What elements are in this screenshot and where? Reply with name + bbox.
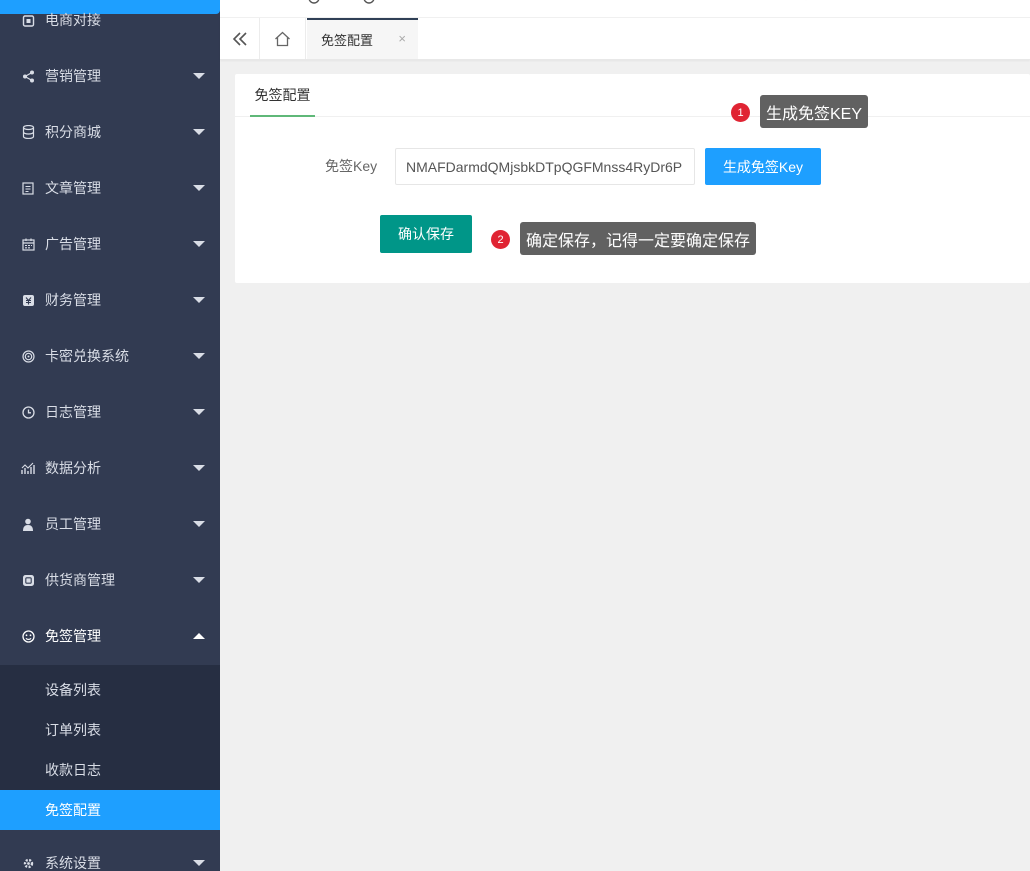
globe-icon[interactable] xyxy=(363,0,375,10)
card-tab-header: 免签配置 xyxy=(235,74,1030,117)
clock-icon xyxy=(21,405,35,419)
finance-icon xyxy=(21,293,35,307)
sidebar-item-logs[interactable]: 日志管理 xyxy=(0,384,220,440)
caret-down-icon xyxy=(193,185,205,191)
article-icon xyxy=(21,181,35,195)
card-tab-free-sign-config[interactable]: 免签配置 xyxy=(250,74,315,117)
tabs-scroll-left-button[interactable] xyxy=(220,18,260,59)
save-button[interactable]: 确认保存 xyxy=(380,215,472,253)
refresh-icon[interactable] xyxy=(308,0,320,10)
caret-up-icon xyxy=(193,633,205,639)
sidebar-item-label: 电商对接 xyxy=(45,12,101,28)
sidebar-item-articles[interactable]: 文章管理 xyxy=(0,160,220,216)
caret-down-icon xyxy=(193,73,205,79)
sidebar-item-points-mall[interactable]: 积分商城 xyxy=(0,104,220,160)
sidebar-subitem-device-list[interactable]: 设备列表 xyxy=(0,670,220,710)
sidebar-subitem-order-list[interactable]: 订单列表 xyxy=(0,710,220,750)
sidebar-item-label: 财务管理 xyxy=(45,292,101,308)
fingerprint-icon xyxy=(21,349,35,363)
user-icon xyxy=(21,517,35,531)
sidebar-item-label: 积分商城 xyxy=(45,124,101,140)
caret-down-icon xyxy=(193,860,205,866)
key-input[interactable] xyxy=(395,148,695,185)
share-icon xyxy=(21,69,35,83)
caret-down-icon xyxy=(193,297,205,303)
sidebar-item-analytics[interactable]: 数据分析 xyxy=(0,440,220,496)
annotation-tooltip-2: 确定保存，记得一定要确定保存 xyxy=(520,222,757,255)
store-icon xyxy=(21,13,35,27)
supplier-icon xyxy=(21,573,35,587)
sidebar-item-label: 员工管理 xyxy=(45,516,101,532)
face-icon xyxy=(21,629,35,643)
tab-label: 免签配置 xyxy=(321,33,374,48)
sidebar-item-suppliers[interactable]: 供货商管理 xyxy=(0,552,220,608)
sidebar-subitem-payment-log[interactable]: 收款日志 xyxy=(0,750,220,790)
sidebar-item-card-redeem[interactable]: 卡密兑换系统 xyxy=(0,328,220,384)
caret-down-icon xyxy=(193,465,205,471)
double-chevron-left-icon xyxy=(232,31,247,46)
database-icon xyxy=(21,125,35,139)
caret-down-icon xyxy=(193,129,205,135)
annotation-badge-2: 2 xyxy=(491,230,510,249)
sidebar-item-label: 营销管理 xyxy=(45,68,101,84)
pin-icon[interactable] xyxy=(800,0,812,10)
caret-down-icon xyxy=(193,353,205,359)
sidebar-item-ads[interactable]: 广告管理 xyxy=(0,216,220,272)
caret-down-icon xyxy=(193,409,205,415)
home-icon xyxy=(275,31,290,46)
generate-key-button[interactable]: 生成免签Key xyxy=(705,148,821,185)
chart-icon xyxy=(21,461,35,475)
tab-free-sign-config[interactable]: 免签配置 × xyxy=(307,18,418,59)
annotation-tooltip-1: 生成免签KEY xyxy=(760,95,869,128)
sidebar-item-staff[interactable]: 员工管理 xyxy=(0,496,220,552)
tab-home[interactable] xyxy=(260,18,306,59)
sidebar-item-label: 系统设置 xyxy=(45,855,101,871)
sidebar: 电商对接 营销管理 积分商城 文章管理 广告管理 财务管理 卡密兑换系统 日志管… xyxy=(0,0,220,871)
sidebar-item-finance[interactable]: 财务管理 xyxy=(0,272,220,328)
caret-down-icon xyxy=(193,521,205,527)
annotation-badge-1: 1 xyxy=(731,103,750,122)
sidebar-item-label: 免签管理 xyxy=(45,628,101,644)
sidebar-subitem-free-sign-config[interactable]: 免签配置 xyxy=(0,790,220,830)
sidebar-item-label: 文章管理 xyxy=(45,180,101,196)
close-icon[interactable]: × xyxy=(398,31,406,46)
page-tabs-bar: 免签配置 × xyxy=(220,18,1030,60)
sidebar-item-label: 日志管理 xyxy=(45,404,101,420)
sidebar-item-settings[interactable]: 系统设置 xyxy=(0,835,220,871)
sidebar-item-marketing[interactable]: 营销管理 xyxy=(0,48,220,104)
sidebar-item-label: 数据分析 xyxy=(45,460,101,476)
calendar-icon xyxy=(21,237,35,251)
free-sign-submenu: 设备列表 订单列表 收款日志 免签配置 xyxy=(0,665,220,830)
caret-down-icon xyxy=(193,577,205,583)
top-header xyxy=(220,0,1030,18)
gear-icon xyxy=(21,856,35,870)
caret-down-icon xyxy=(193,241,205,247)
menu-icon[interactable] xyxy=(250,0,264,10)
lock-icon[interactable] xyxy=(910,0,924,10)
sidebar-item-ecommerce[interactable]: 电商对接 xyxy=(0,0,220,48)
sidebar-item-label: 供货商管理 xyxy=(45,572,115,588)
sidebar-item-label: 卡密兑换系统 xyxy=(45,348,129,364)
key-field-label: 免签Key xyxy=(325,158,378,174)
sidebar-item-free-sign[interactable]: 免签管理 xyxy=(0,608,220,664)
sidebar-item-label: 广告管理 xyxy=(45,236,101,252)
